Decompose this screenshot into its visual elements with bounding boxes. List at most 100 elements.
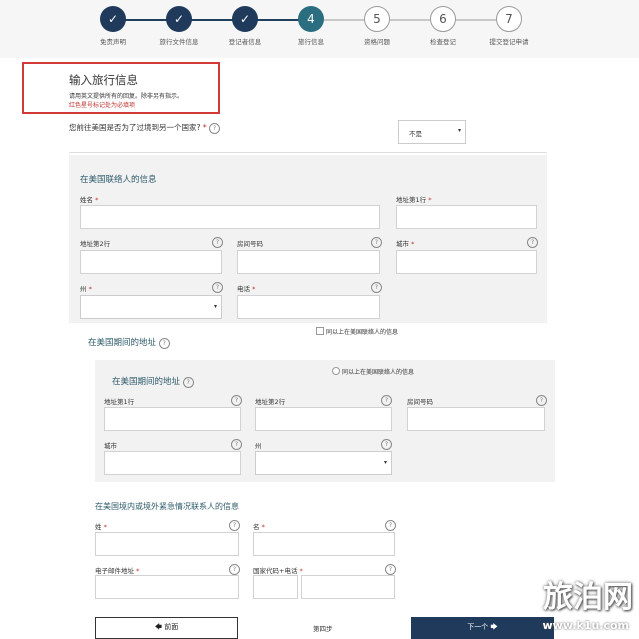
help-icon[interactable]: ? [536,395,547,406]
help-icon[interactable]: ? [385,520,396,531]
section-text: 在美国期间的地址 [88,338,157,348]
help-icon[interactable]: ? [229,520,240,531]
label-text: 电话 [237,285,250,293]
emergency-country-code-input[interactable] [253,575,298,599]
stay-addr2-label: 地址第2行 [255,398,286,406]
label-text: 城市 [396,240,409,248]
step-2-label: 旅行文件信息 [159,38,199,46]
stay-addr2-input[interactable] [255,407,392,431]
emergency-first-input[interactable] [253,532,395,556]
emergency-last-label: 姓 * [95,521,107,531]
label-text: 国家代码+电话 [253,567,298,575]
stay-addr1-input[interactable] [104,407,241,431]
section-text: 在美国期间的地址 [112,377,181,387]
stay-inner-title: 在美国期间的地址 ? [112,375,194,388]
required-asterisk: * [88,285,92,293]
emergency-phone-input[interactable] [301,575,395,599]
stay-state-select[interactable]: ▾ [255,451,392,475]
transit-question-text: 您前往美国是否为了过境到另一个国家? [69,123,201,132]
label-text: 电子邮件地址 [95,567,134,575]
required-asterisk: * [428,196,432,204]
radio-label: 同以上在美国联络人的信息 [342,369,415,376]
emergency-email-input[interactable] [95,575,239,599]
step-4-circle: 4 [298,6,324,32]
contact-room-label: 房间号码 [237,240,263,248]
label-text: 地址第1行 [396,196,427,204]
emergency-email-label: 电子邮件地址 * [95,565,139,575]
progress-stepper: ✓ ✓ ✓ 4 5 6 7 免责声明 旅行文件信息 登记者信息 旅行信息 资格问… [0,0,639,58]
contact-state-select[interactable]: ▾ [80,295,222,319]
contact-addr2-input[interactable] [80,250,222,274]
instruction-note: 请用英文提供所有的回复。除非另有指示。 [69,93,184,100]
dropdown-arrow-icon: ▾ [213,303,217,310]
contact-addr2-label: 地址第2行 [80,240,111,248]
step-6-label: 检查登记 [430,38,456,46]
help-icon[interactable]: ? [209,123,221,134]
help-icon[interactable]: ? [212,282,223,293]
required-asterisk: * [202,123,207,132]
radio-button[interactable] [332,367,340,375]
contact-room-input[interactable] [237,250,380,274]
help-icon[interactable]: ? [212,237,223,248]
required-asterisk: * [261,523,265,531]
transit-select[interactable]: 不是 ▾ [398,120,466,144]
label-text: 州 [80,285,87,293]
contact-city-input[interactable] [396,250,537,274]
label-text: 姓 [95,523,102,531]
step-indicator: 第四步 [313,625,333,633]
checkbox[interactable] [316,327,324,335]
contact-section-title: 在美国联络人的信息 [80,175,157,185]
required-note: 红色星号标记处为必填项 [69,102,136,109]
stay-section-title: 在美国期间的地址 ? [88,336,170,349]
contact-name-label: 姓名 * [80,194,98,204]
contact-name-input[interactable] [80,205,380,229]
step-7-circle: 7 [496,6,522,32]
contact-city-label: 城市 * [396,238,414,248]
required-asterisk: * [299,567,303,575]
emergency-last-input[interactable] [95,532,239,556]
help-icon[interactable]: ? [381,439,392,450]
step-5-label: 资格问题 [364,38,390,46]
required-asterisk: * [136,567,140,575]
help-icon[interactable]: ? [371,282,382,293]
stay-state-label: 州 [255,442,262,450]
same-as-contact-radio[interactable]: 同以上在美国联络人的信息 [332,367,414,376]
stay-city-input[interactable] [104,451,241,475]
stay-room-label: 房间号码 [407,398,433,406]
required-asterisk: * [103,523,107,531]
step-1-label: 免责声明 [100,38,126,46]
stay-city-label: 城市 [104,442,117,450]
stay-addr1-label: 地址第1行 [104,398,135,406]
emergency-section-title: 在美国境内或境外紧急情况联系人的信息 [95,502,239,511]
help-icon[interactable]: ? [231,439,242,450]
required-asterisk: * [252,285,256,293]
emergency-first-label: 名 * [253,521,265,531]
contact-addr1-input[interactable] [396,205,537,229]
label-text: 名 [253,523,260,531]
help-icon[interactable]: ? [527,237,538,248]
page-title: 输入旅行信息 [69,73,138,87]
help-icon[interactable]: ? [182,377,194,388]
stay-room-input[interactable] [407,407,545,431]
required-asterisk: * [411,240,415,248]
step-1-check-icon: ✓ [100,6,126,32]
help-icon[interactable]: ? [158,338,170,349]
help-icon[interactable]: ? [385,564,396,575]
same-as-contact-check[interactable]: 同以上在美国联络人的信息 [316,327,398,336]
help-icon[interactable]: ? [231,395,242,406]
transit-select-value: 不是 [409,130,422,138]
help-icon[interactable]: ? [381,395,392,406]
help-icon[interactable]: ? [229,564,240,575]
label-text: 姓名 [80,196,93,204]
contact-phone-input[interactable] [237,295,380,319]
watermark-logo: 旅泊网 [543,580,633,615]
divider [69,152,547,153]
contact-phone-label: 电话 * [237,283,255,293]
dropdown-arrow-icon: ▾ [457,127,461,134]
step-3-label: 登记者信息 [228,38,262,46]
step-6-circle: 6 [430,6,456,32]
help-icon[interactable]: ? [371,237,382,248]
step-2-check-icon: ✓ [166,6,192,32]
step-4-label: 旅行信息 [298,38,324,46]
step-7-label: 提交登记申请 [489,38,529,46]
